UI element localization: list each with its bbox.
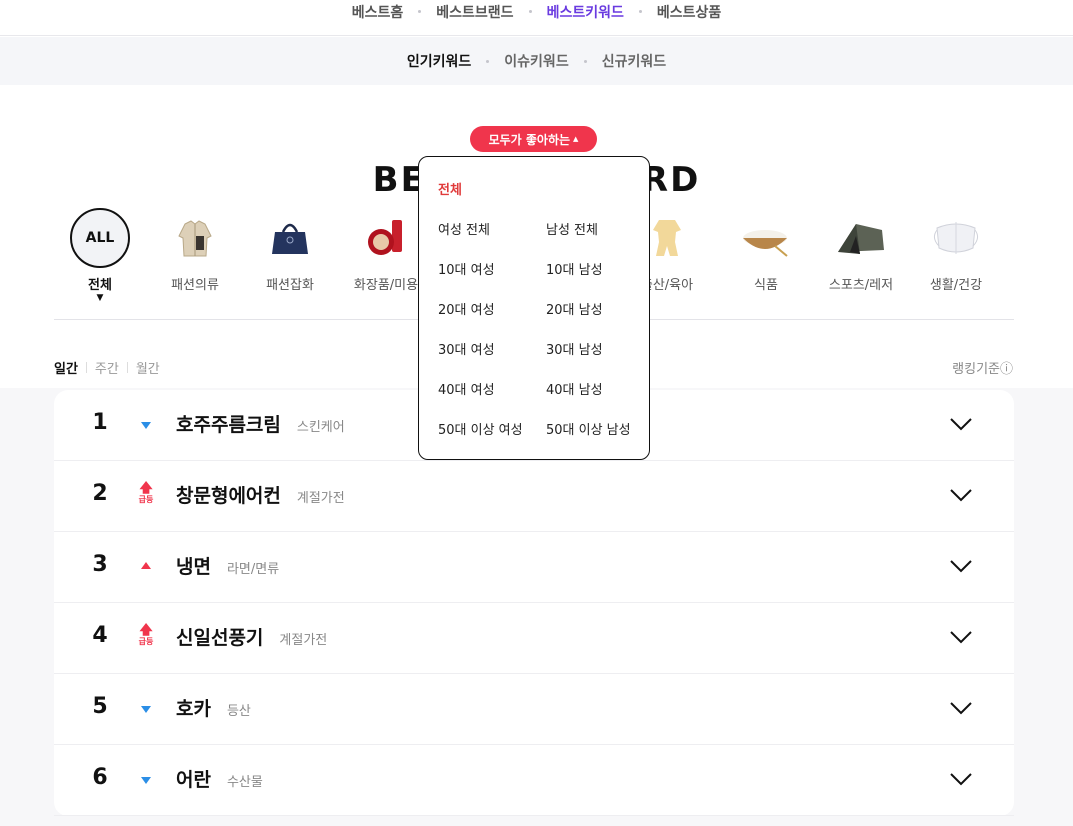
audience-option-female-10s[interactable]: 10대 여성 [438, 259, 495, 278]
keyword-category: 수산물 [226, 775, 263, 790]
table-row[interactable]: 3 냉면 라면/면류 [54, 532, 1014, 603]
category-label: 패션의류 [171, 278, 219, 293]
period-weekly[interactable]: 주간 [95, 358, 119, 377]
audience-option-all[interactable]: 전체 [438, 179, 462, 198]
category-label: 생활/건강 [929, 278, 983, 293]
nav-separator [638, 10, 642, 13]
all-icon: ALL [70, 208, 130, 268]
nav-separator [583, 59, 587, 63]
caret-up-icon: ▲ [573, 135, 579, 143]
rank-down-icon [141, 422, 151, 429]
category-fashion-clothing[interactable]: 패션의류 [147, 208, 243, 293]
top-nav: 베스트홈 베스트브랜드 베스트키워드 베스트상품 [0, 0, 1073, 36]
period-separator [85, 362, 87, 373]
rank-number: 4 [92, 623, 108, 648]
audience-dropdown: 전체 여성 전체 남성 전체 10대 여성 10대 남성 20대 여성 20대 … [418, 156, 650, 460]
keyword-category: 등산 [226, 704, 251, 719]
category-label: 식품 [754, 278, 778, 293]
rank-surge-icon: 🡅 급등 [138, 623, 154, 646]
table-row[interactable]: 4 🡅 급등 신일선풍기 계절가전 [54, 603, 1014, 674]
audience-option-male-10s[interactable]: 10대 남성 [546, 259, 603, 278]
chevron-down-icon[interactable] [950, 629, 972, 648]
audience-option-male-all[interactable]: 남성 전체 [546, 219, 598, 238]
rank-change: 🡅 급등 [136, 481, 156, 504]
audience-option-male-20s[interactable]: 20대 남성 [546, 299, 603, 318]
table-row[interactable]: 5 호카 등산 [54, 674, 1014, 745]
chevron-down-icon[interactable] [950, 771, 972, 790]
audience-option-female-40s[interactable]: 40대 여성 [438, 379, 495, 398]
category-all[interactable]: ALL 전체 ▼ [52, 208, 148, 303]
rank-change: 🡅 급등 [136, 623, 156, 646]
rank-number: 3 [92, 552, 108, 577]
keyword-category: 계절가전 [279, 633, 328, 648]
keyword: 호주주름크림 [176, 414, 281, 436]
rice-bowl-icon [736, 208, 796, 268]
audience-option-female-all[interactable]: 여성 전체 [438, 219, 490, 238]
keyword: 신일선풍기 [176, 627, 264, 649]
chevron-down-icon[interactable] [950, 700, 972, 719]
chevron-down-icon[interactable] [950, 558, 972, 577]
period-separator [126, 362, 128, 373]
nav-best-brand[interactable]: 베스트브랜드 [436, 0, 513, 22]
keyword: 창문형에어컨 [176, 485, 281, 507]
table-row[interactable]: 2 🡅 급등 창문형에어컨 계절가전 [54, 461, 1014, 532]
audience-option-female-30s[interactable]: 30대 여성 [438, 339, 495, 358]
rank-change [136, 767, 156, 784]
category-food[interactable]: 식품 [718, 208, 814, 293]
category-label: 전체 [88, 278, 112, 293]
audience-option-male-50plus[interactable]: 50대 이상 남성 [546, 419, 631, 438]
nav-separator [486, 59, 490, 63]
rank-change [136, 554, 156, 569]
sub-nav: 인기키워드 이슈키워드 신규키워드 [0, 37, 1073, 85]
fleece-jacket-icon [165, 208, 225, 268]
keyword: 호카 [176, 698, 211, 720]
rank-surge-icon: 🡅 급등 [138, 481, 154, 504]
nav-best-keyword[interactable]: 베스트키워드 [547, 0, 624, 22]
audience-option-male-30s[interactable]: 30대 남성 [546, 339, 603, 358]
rank-number: 5 [92, 694, 108, 719]
tent-icon [831, 208, 891, 268]
keyword-category: 라면/면류 [226, 562, 280, 577]
period-monthly[interactable]: 월간 [136, 358, 160, 377]
category-sports[interactable]: 스포츠/레저 [813, 208, 909, 293]
category-living-health[interactable]: 생활/건강 [908, 208, 1004, 293]
rank-number: 6 [92, 765, 108, 790]
tab-issue-keyword[interactable]: 이슈키워드 [504, 51, 568, 71]
table-row[interactable]: 6 어란 수산물 [54, 745, 1014, 816]
chevron-down-icon[interactable] [950, 487, 972, 506]
audience-label: 모두가 좋아하는 [488, 132, 571, 147]
audience-option-female-20s[interactable]: 20대 여성 [438, 299, 495, 318]
tab-popular-keyword[interactable]: 인기키워드 [407, 51, 471, 71]
nav-best-home[interactable]: 베스트홈 [352, 0, 404, 22]
rank-up-icon [141, 562, 151, 569]
ranking-criteria-link[interactable]: 랭킹기준ⓘ [952, 358, 1013, 377]
handbag-icon [260, 208, 320, 268]
keyword: 냉면 [176, 556, 211, 578]
rank-number: 2 [92, 481, 108, 506]
audience-selector-button[interactable]: 모두가 좋아하는 ▲ [470, 126, 597, 152]
keyword-category: 스킨케어 [296, 420, 345, 435]
rank-change [136, 696, 156, 713]
tab-new-keyword[interactable]: 신규키워드 [602, 51, 666, 71]
chevron-down-icon[interactable] [950, 416, 972, 435]
nav-separator [418, 10, 422, 13]
cushion-compact-icon [356, 208, 416, 268]
keyword: 어란 [176, 769, 211, 791]
category-label: 패션잡화 [266, 278, 314, 293]
rank-down-icon [141, 706, 151, 713]
caret-down-icon: ▼ [96, 293, 104, 303]
period-daily[interactable]: 일간 [54, 358, 78, 377]
category-fashion-goods[interactable]: 패션잡화 [242, 208, 338, 293]
period-tabs: 일간 주간 월간 [54, 358, 160, 377]
keyword-category: 계절가전 [296, 491, 345, 506]
category-label: 스포츠/레저 [828, 278, 894, 293]
audience-option-male-40s[interactable]: 40대 남성 [546, 379, 603, 398]
rank-number: 1 [92, 410, 108, 435]
nav-best-product[interactable]: 베스트상품 [657, 0, 721, 22]
rank-down-icon [141, 777, 151, 784]
audience-option-female-50plus[interactable]: 50대 이상 여성 [438, 419, 523, 438]
rank-change [136, 412, 156, 429]
nav-separator [528, 10, 532, 13]
face-mask-icon [926, 208, 986, 268]
